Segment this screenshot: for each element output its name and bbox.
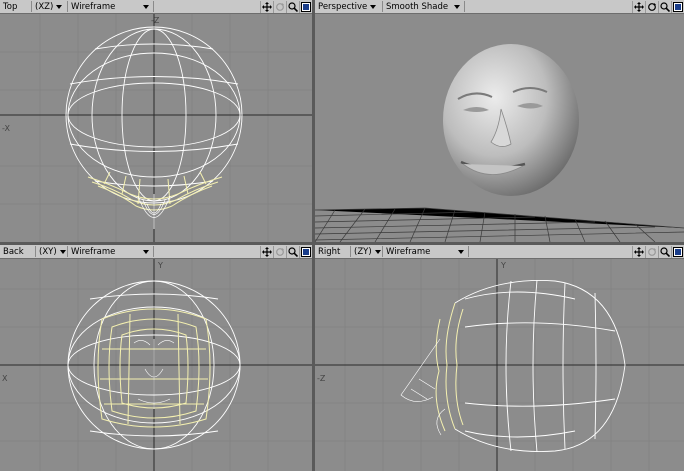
ground-grid (315, 207, 684, 242)
viewport-toolbar: Back (XY) Wireframe (0, 245, 312, 259)
render-mode-dropdown[interactable]: Wireframe (68, 1, 154, 12)
perspective-canvas[interactable] (315, 14, 684, 242)
axis-label-y: Y (157, 261, 163, 270)
render-mode-label: Wireframe (71, 246, 116, 257)
render-mode-label: Wireframe (71, 1, 116, 12)
render-mode-dropdown[interactable]: Wireframe (68, 246, 154, 257)
view-name: Top (3, 1, 18, 12)
grid (0, 14, 312, 242)
view-type-label: Right (315, 246, 351, 257)
chevron-down-icon (143, 250, 149, 254)
axis-label-neg-x: -X (2, 124, 10, 133)
view-controls (260, 0, 312, 13)
viewport-right[interactable]: Right (ZY) Wireframe -Z Y (315, 245, 684, 471)
top-view-canvas[interactable]: -X -Z (0, 14, 312, 242)
rotate-view-icon[interactable] (273, 0, 286, 13)
chevron-down-icon (143, 5, 149, 9)
rotate-view-icon[interactable] (273, 245, 286, 258)
back-view-canvas[interactable]: X Y (0, 259, 312, 471)
axis-label-neg-z: -Z (151, 16, 160, 25)
axis-label: (ZY) (354, 246, 372, 257)
move-view-icon[interactable] (632, 0, 645, 13)
move-view-icon[interactable] (632, 245, 645, 258)
viewport-toolbar: Top (XZ) Wireframe (0, 0, 312, 14)
axis-label: (XY) (39, 246, 57, 257)
move-view-icon[interactable] (260, 245, 273, 258)
viewport-perspective[interactable]: Perspective Smooth Shade (315, 0, 684, 242)
axis-label-y: Y (500, 261, 506, 270)
zoom-view-icon[interactable] (286, 245, 299, 258)
zoom-view-icon[interactable] (286, 0, 299, 13)
zoom-view-icon[interactable] (658, 0, 671, 13)
view-name: Perspective (318, 1, 368, 12)
shaded-head (443, 44, 579, 196)
right-view-canvas[interactable]: -Z Y (315, 259, 684, 471)
chevron-down-icon (458, 250, 464, 254)
chevron-down-icon (59, 249, 66, 254)
view-axis-dropdown[interactable]: (XZ) (32, 1, 68, 12)
axis-lines (315, 259, 684, 471)
rotate-view-icon[interactable] (645, 245, 658, 258)
render-mode-dropdown[interactable]: Smooth Shade (383, 1, 465, 12)
view-axis-dropdown[interactable]: (ZY) (351, 246, 383, 257)
move-view-icon[interactable] (260, 0, 273, 13)
head-wireframe (454, 279, 626, 453)
maximize-view-icon[interactable] (299, 245, 312, 258)
rotate-view-icon[interactable] (645, 0, 658, 13)
view-controls (632, 245, 684, 258)
nose-mesh (400, 338, 446, 436)
view-type-label: Back (0, 246, 36, 257)
viewport-toolbar: Right (ZY) Wireframe (315, 245, 684, 259)
axis-label-x: X (2, 374, 8, 383)
render-mode-label: Wireframe (386, 246, 431, 257)
view-type-label: Top (0, 1, 32, 12)
render-mode-label: Smooth Shade (386, 1, 449, 12)
axis-lines (0, 14, 312, 242)
render-mode-dropdown[interactable]: Wireframe (383, 246, 469, 257)
chevron-down-icon (370, 4, 377, 9)
viewport-back[interactable]: Back (XY) Wireframe X Y (0, 245, 312, 471)
chevron-down-icon (374, 249, 381, 254)
chevron-down-icon (56, 4, 63, 9)
chevron-down-icon (454, 5, 460, 9)
viewport-top[interactable]: Top (XZ) Wireframe -X -Z (0, 0, 312, 242)
zoom-view-icon[interactable] (658, 245, 671, 258)
view-name: Back (3, 246, 24, 257)
axis-lines (0, 259, 312, 471)
view-name: Right (318, 246, 341, 257)
view-axis-dropdown[interactable]: (XY) (36, 246, 68, 257)
axis-label-neg-z: -Z (317, 374, 326, 383)
maximize-view-icon[interactable] (671, 0, 684, 13)
view-controls (260, 245, 312, 258)
view-type-dropdown[interactable]: Perspective (315, 1, 383, 12)
axis-label: (XZ) (35, 1, 54, 12)
viewport-toolbar: Perspective Smooth Shade (315, 0, 684, 14)
maximize-view-icon[interactable] (299, 0, 312, 13)
view-controls (632, 0, 684, 13)
maximize-view-icon[interactable] (671, 245, 684, 258)
